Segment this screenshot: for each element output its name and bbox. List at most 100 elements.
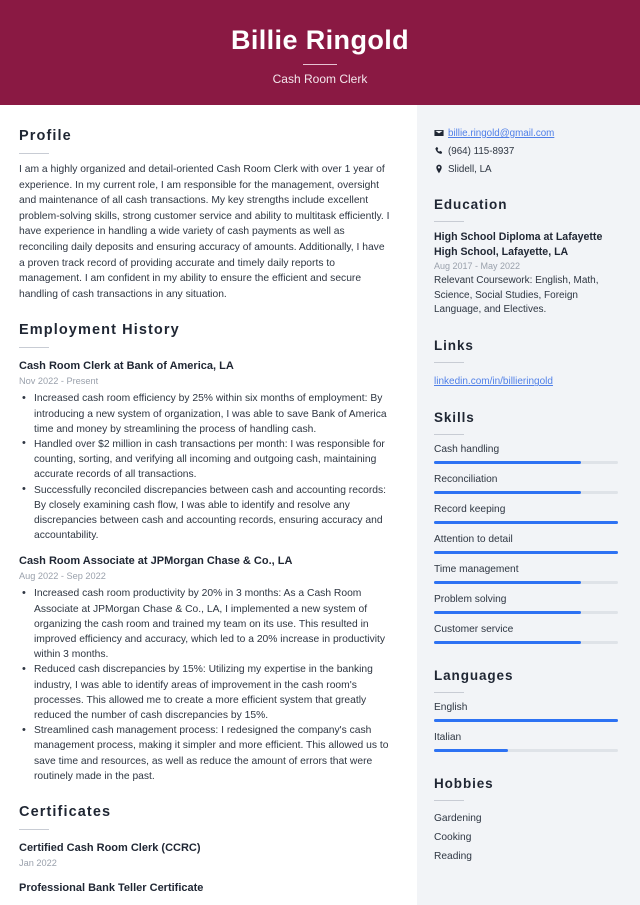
section-certificates: Certificates Certified Cash Room Clerk (…: [19, 803, 391, 896]
language-item: Italian: [434, 731, 618, 753]
languages-heading: Languages: [434, 668, 514, 684]
hobby-item: Cooking: [434, 832, 472, 844]
hobbies-heading-rule: [434, 800, 464, 802]
language-label: Italian: [434, 732, 462, 744]
skill-item: Cash handling: [434, 443, 618, 465]
skill-label: Customer service: [434, 624, 514, 636]
skills-heading: Skills: [434, 410, 475, 426]
job-bullets: Increased cash room efficiency by 25% wi…: [19, 391, 391, 543]
resume-page: Billie Ringold Cash Room Clerk Profile I…: [0, 0, 640, 905]
certificates-heading: Certificates: [19, 804, 112, 821]
skill-label: Attention to detail: [434, 534, 513, 546]
job-title: Cash Room Associate at JPMorgan Chase & …: [19, 555, 293, 568]
languages-list: English Italian: [434, 701, 618, 753]
section-education: Education High School Diploma at Lafayet…: [434, 195, 618, 317]
skill-item: Record keeping: [434, 503, 618, 525]
skill-bar-track: [434, 641, 618, 645]
skill-bar-track: [434, 581, 618, 585]
job-bullet: Increased cash room efficiency by 25% wi…: [19, 391, 391, 437]
education-school: High School Diploma at Lafayette High Sc…: [434, 231, 603, 258]
header-divider: [303, 63, 337, 65]
skill-label: Problem solving: [434, 594, 507, 606]
contact-email-link[interactable]: billie.ringold@gmail.com: [448, 127, 554, 141]
certificate-date: Jan 2022: [19, 858, 57, 869]
skill-bar-track: [434, 521, 618, 525]
skill-item: Time management: [434, 563, 618, 585]
certificate-entry: Certified Cash Room Clerk (CCRC) Jan 202…: [19, 841, 391, 870]
job-date: Aug 2022 - Sep 2022: [19, 571, 106, 582]
skill-item: Reconciliation: [434, 473, 618, 495]
skill-item: Attention to detail: [434, 533, 618, 555]
skill-item: Customer service: [434, 623, 618, 645]
certificates-heading-rule: [19, 829, 49, 831]
resume-header: Billie Ringold Cash Room Clerk: [0, 0, 640, 105]
contact-details: billie.ringold@gmail.com (964) 115-8937: [434, 127, 618, 177]
contact-location: Slidell, LA: [434, 163, 618, 177]
skill-label: Cash handling: [434, 444, 500, 456]
hobbies-heading: Hobbies: [434, 776, 494, 792]
skill-label: Time management: [434, 564, 519, 576]
languages-heading-rule: [434, 692, 464, 694]
phone-icon: [434, 145, 448, 156]
job-bullet: Handled over $2 million in cash transact…: [19, 436, 391, 483]
section-employment-history: Employment History Cash Room Clerk at Ba…: [19, 321, 391, 784]
hobby-item: Reading: [434, 851, 472, 863]
certificate-entry: Professional Bank Teller Certificate: [19, 881, 391, 896]
job-bullet: Streamlined cash management process: I r…: [19, 723, 391, 784]
contact-phone: (964) 115-8937: [434, 145, 618, 159]
hobbies-list: Gardening Cooking Reading: [434, 809, 618, 866]
skill-label: Record keeping: [434, 504, 506, 516]
skill-bar-fill: [434, 611, 582, 615]
skill-bar-track: [434, 461, 618, 465]
skill-bar-fill: [434, 491, 582, 495]
certificate-title: Certified Cash Room Clerk (CCRC): [19, 842, 201, 855]
job-bullet: Reduced cash discrepancies by 15%: Utili…: [19, 662, 391, 723]
linkedin-link[interactable]: linkedin.com/in/billieringold: [434, 376, 553, 387]
employment-heading-rule: [19, 347, 49, 349]
language-label: English: [434, 702, 468, 714]
language-bar-track: [434, 719, 618, 723]
contact-location-text: Slidell, LA: [448, 164, 492, 175]
profile-heading: Profile: [19, 128, 72, 144]
profile-text: I am a highly organized and detail-orien…: [19, 164, 390, 300]
resume-body: Profile I am a highly organized and deta…: [0, 105, 640, 905]
job-bullets: Increased cash room productivity by 20% …: [19, 586, 391, 784]
education-date: Aug 2017 - May 2022: [434, 261, 521, 272]
section-hobbies: Hobbies Gardening Cooking Reading: [434, 774, 618, 866]
job-bullet: Successfully reconciled discrepancies be…: [19, 482, 391, 544]
location-pin-icon: [434, 163, 448, 174]
section-languages: Languages English Italian: [434, 666, 618, 753]
section-skills: Skills Cash handling Reconciliation Record…: [434, 408, 618, 645]
skill-bar-fill: [434, 581, 582, 585]
skills-list: Cash handling Reconciliation Record keepin…: [434, 443, 618, 645]
education-heading: Education: [434, 197, 508, 212]
education-description: Relevant Coursework: English, Math, Scie…: [434, 275, 599, 315]
profile-heading-rule: [19, 153, 49, 154]
contact-email: billie.ringold@gmail.com: [434, 127, 618, 141]
job-entry: Cash Room Clerk at Bank of America, LA N…: [19, 359, 391, 543]
skill-bar-fill: [434, 551, 618, 555]
language-bar-fill: [434, 749, 508, 753]
job-title: Cash Room Clerk at Bank of America, LA: [19, 360, 234, 373]
skill-item: Problem solving: [434, 593, 618, 615]
sidebar-column: billie.ringold@gmail.com (964) 115-8937: [417, 105, 640, 905]
education-heading-rule: [434, 221, 464, 222]
contact-phone-text: (964) 115-8937: [448, 146, 515, 157]
language-bar-track: [434, 749, 618, 753]
skill-bar-fill: [434, 521, 618, 525]
certificate-title: Professional Bank Teller Certificate: [19, 882, 204, 895]
language-bar-fill: [434, 719, 618, 723]
job-entry: Cash Room Associate at JPMorgan Chase & …: [19, 554, 391, 784]
main-column: Profile I am a highly organized and deta…: [0, 105, 417, 905]
hobby-item: Gardening: [434, 813, 482, 825]
skill-bar-fill: [434, 461, 582, 465]
skills-heading-rule: [434, 434, 464, 436]
skill-bar-track: [434, 551, 618, 555]
job-date: Nov 2022 - Present: [19, 376, 99, 387]
candidate-name: Billie Ringold: [230, 24, 410, 55]
